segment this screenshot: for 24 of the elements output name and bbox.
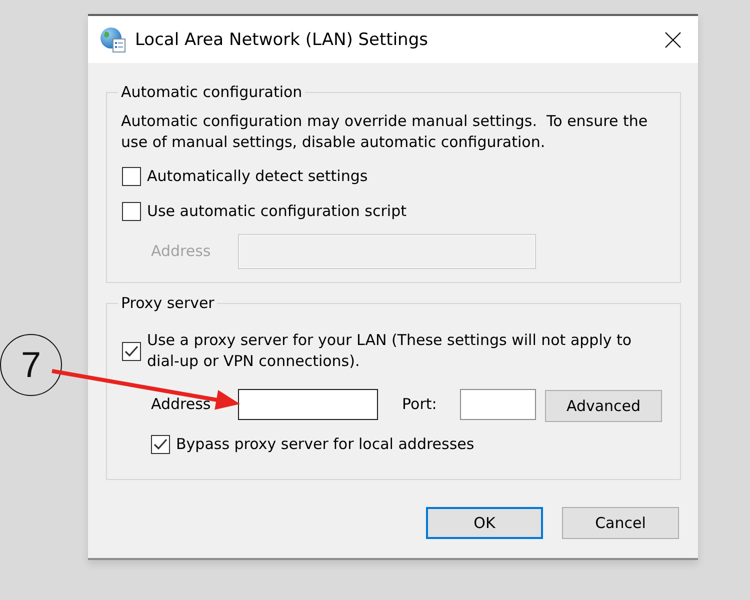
checkbox[interactable]	[122, 202, 141, 221]
dialog-button[interactable]: Cancel	[562, 507, 679, 539]
group-title: Proxy server	[120, 294, 216, 313]
checkbox-label[interactable]: Use a proxy server for your LAN (These settings will not apply to dial-up or VPN connections).	[147, 330, 666, 372]
dialog-button[interactable]: OK	[426, 507, 543, 539]
window-title: Local Area Network (LAN) Settings	[135, 30, 429, 50]
close-button[interactable]	[663, 30, 683, 50]
address-field[interactable]	[238, 389, 378, 420]
close-icon	[665, 32, 681, 48]
checkbox[interactable]	[122, 342, 141, 360]
checkbox-label[interactable]: Bypass proxy server for local addresses	[176, 434, 474, 455]
port-field[interactable]	[460, 389, 536, 420]
field-label: Port:	[402, 395, 438, 414]
callout-number: 7	[0, 334, 62, 396]
field-label: Address	[151, 242, 212, 261]
globe-document-icon	[100, 26, 126, 52]
checkbox[interactable]	[151, 435, 170, 454]
checkbox[interactable]	[122, 167, 141, 186]
checkbox-label[interactable]: Automatically detect settings	[147, 166, 368, 187]
checkbox-label[interactable]: Use automatic configuration script	[147, 201, 406, 222]
group-title: Automatic configuration	[120, 83, 304, 102]
description-text: Automatic configuration may override manual settings. To ensure the use of manual settings, disable automatic configuration.	[121, 111, 649, 153]
advanced-button[interactable]: Advanced	[545, 390, 662, 422]
field-label: Address	[151, 395, 212, 414]
